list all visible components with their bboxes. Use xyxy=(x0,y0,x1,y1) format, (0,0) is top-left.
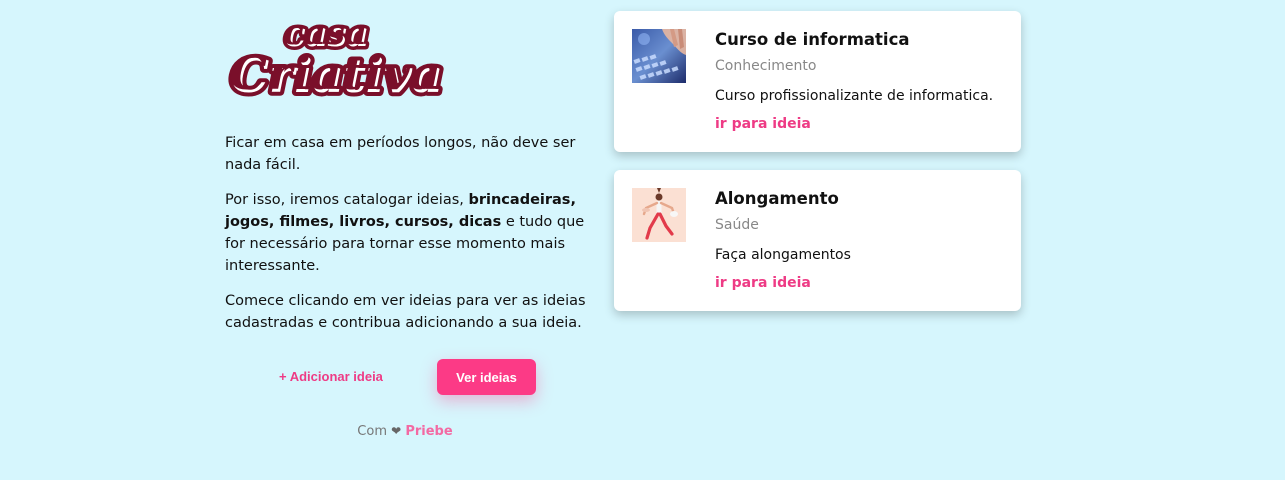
idea-title: Curso de informatica xyxy=(715,30,910,49)
view-ideas-button[interactable]: Ver ideias xyxy=(437,359,536,395)
idea-category: Saúde xyxy=(715,217,759,233)
idea-description: Faça alongamentos xyxy=(715,247,851,263)
idea-title: Alongamento xyxy=(715,189,839,208)
go-to-idea-link[interactable]: ir para ideia xyxy=(715,275,811,291)
stretching-photo-icon xyxy=(632,188,686,242)
intro-paragraph-2: Por isso, iremos catalogar ideias, brinc… xyxy=(225,189,595,277)
intro-paragraph-3: Comece clicando em ver ideias para ver a… xyxy=(225,293,586,331)
idea-card: Curso de informatica Conhecimento Curso … xyxy=(614,11,1021,152)
add-idea-link[interactable]: + Adicionar ideia xyxy=(279,369,383,384)
ideas-list: Curso de informatica Conhecimento Curso … xyxy=(614,11,1021,329)
idea-card: Alongamento Saúde Faça alongamentos ir p… xyxy=(614,170,1021,311)
idea-category: Conhecimento xyxy=(715,58,817,74)
heart-icon: ❤ xyxy=(391,424,402,438)
idea-description: Curso profissionalizante de informatica. xyxy=(715,88,994,104)
casa-criativa-logo: casa casa Criativa Criativa xyxy=(225,8,455,108)
idea-card-content: Curso de informatica Conhecimento Curso … xyxy=(715,29,1015,132)
logo-line-criativa-fill: Criativa xyxy=(229,46,441,100)
idea-card-content: Alongamento Saúde Faça alongamentos ir p… xyxy=(715,188,1015,291)
go-to-idea-link[interactable]: ir para ideia xyxy=(715,116,811,132)
intro-p2-before: Por isso, iremos catalogar ideias, xyxy=(225,192,469,208)
keyboard-photo-icon xyxy=(632,29,686,83)
action-bar: + Adicionar ideia Ver ideias xyxy=(225,359,595,395)
footer-prefix: Com xyxy=(357,424,387,439)
intro-text: Ficar em casa em períodos longos, não de… xyxy=(225,132,595,347)
footer-credit: Com ❤ Priebe xyxy=(225,424,585,439)
author-link[interactable]: Priebe xyxy=(405,424,452,439)
intro-paragraph-1: Ficar em casa em períodos longos, não de… xyxy=(225,135,576,173)
